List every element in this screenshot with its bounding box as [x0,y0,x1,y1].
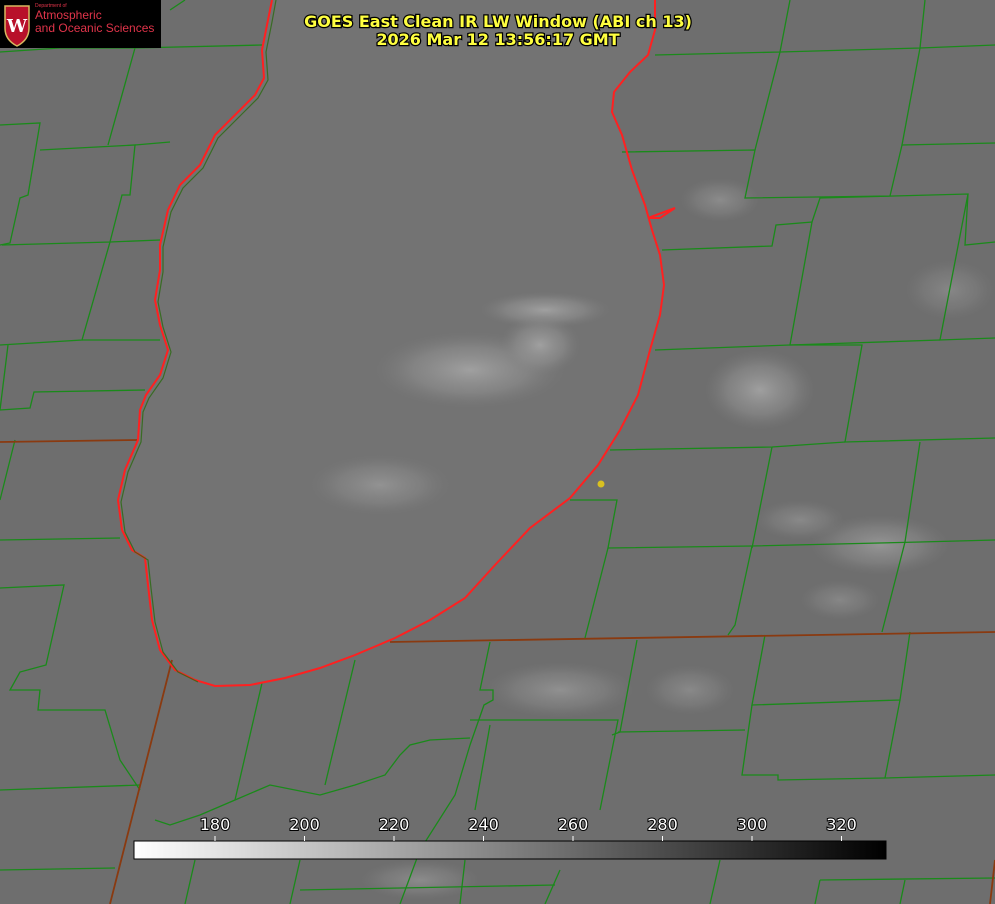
colorbar-tick-label: 320 [826,815,857,834]
logo-name: Atmospheric and Oceanic Sciences [35,9,154,35]
colorbar-gradient [133,840,887,860]
colorbar-tick-label: 260 [558,815,589,834]
map-timestamp: 2026 Mar 12 13:56:17 GMT [376,30,619,49]
colorbar-tick-label: 280 [647,815,678,834]
map-title: GOES East Clean IR LW Window (ABI ch 13) [304,12,692,31]
map-canvas: GOES East Clean IR LW Window (ABI ch 13)… [0,0,995,904]
uw-aos-logo[interactable]: W Department of Atmospheric and Oceanic … [0,0,161,48]
location-dot-icon [597,480,605,488]
colorbar-tick-label: 300 [737,815,768,834]
colorbar-tick-label: 240 [468,815,499,834]
svg-text:W: W [6,16,28,37]
colorbar-tick-label: 200 [289,815,320,834]
colorbar-tick-label: 220 [379,815,410,834]
satellite-map: GOES East Clean IR LW Window (ABI ch 13)… [0,0,995,904]
logo-line2: and Oceanic Sciences [35,21,155,35]
colorbar-tick-label: 180 [200,815,231,834]
university-crest-icon: W [4,5,30,47]
